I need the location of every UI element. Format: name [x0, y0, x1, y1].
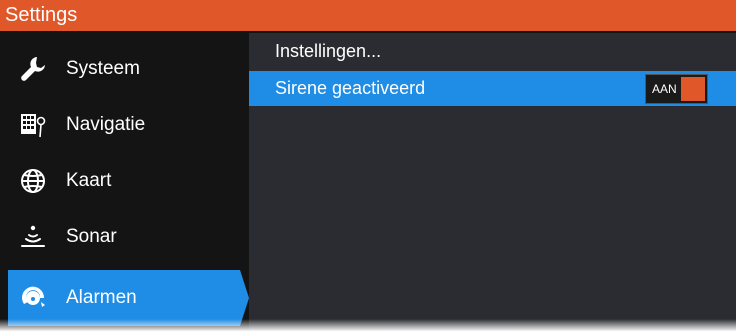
alarm-icon: [18, 283, 48, 313]
sidebar-item-label: Navigatie: [66, 114, 146, 135]
sidebar-item-label: Kaart: [66, 170, 112, 191]
siren-toggle[interactable]: AAN: [645, 74, 708, 104]
sonar-icon: [18, 222, 48, 252]
sidebar-item-label: Sonar: [66, 226, 117, 247]
settings-window: Settings Systeem Navigatie Kaart Sonar A…: [0, 0, 736, 331]
settings-link[interactable]: Instellingen...: [249, 33, 736, 69]
siren-row[interactable]: Sirene geactiveerd AAN: [249, 71, 736, 106]
wrench-icon: [18, 54, 48, 84]
sidebar-item-label: Systeem: [66, 58, 140, 79]
sidebar-item-systeem[interactable]: Systeem: [0, 41, 249, 97]
settings-sidebar: Systeem Navigatie Kaart Sonar Alarmen: [0, 33, 249, 331]
sidebar-item-alarmen[interactable]: Alarmen: [8, 270, 250, 326]
toggle-knob: [681, 77, 705, 101]
navigation-icon: [18, 110, 48, 140]
globe-icon: [18, 166, 48, 196]
sidebar-item-label: Alarmen: [66, 287, 137, 308]
sidebar-item-navigatie[interactable]: Navigatie: [0, 97, 249, 153]
window-title: Settings: [0, 0, 736, 31]
sidebar-item-kaart[interactable]: Kaart: [0, 153, 249, 209]
settings-content: Instellingen... Sirene geactiveerd AAN: [249, 33, 736, 331]
sidebar-item-sonar[interactable]: Sonar: [0, 209, 249, 265]
siren-label: Sirene geactiveerd: [275, 78, 426, 98]
toggle-state-label: AAN: [652, 82, 677, 96]
